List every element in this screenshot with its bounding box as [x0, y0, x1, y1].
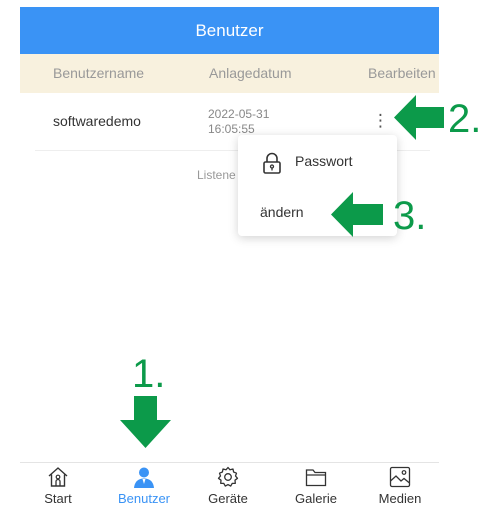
menu-item-change-label: ändern — [260, 204, 304, 220]
row-username: softwaredemo — [53, 113, 141, 129]
annotation-step-1: 1. — [132, 352, 166, 396]
tab-galerie[interactable]: Galerie — [281, 465, 351, 505]
column-edit: Bearbeiten — [368, 65, 436, 81]
app-screen: Benutzer Benutzername Anlagedatum Bearbe… — [20, 7, 439, 505]
tab-galerie-label: Galerie — [295, 491, 337, 505]
user-icon — [134, 467, 154, 488]
tab-start-label: Start — [44, 491, 72, 505]
bottom-tab-bar: Start Benutzer Geräte Galerie Medien — [20, 462, 439, 505]
tab-medien-label: Medien — [378, 491, 422, 505]
tab-start[interactable]: Start — [23, 465, 93, 505]
gear-icon — [217, 466, 239, 487]
tab-medien[interactable]: Medien — [365, 465, 435, 505]
page-title: Benutzer — [20, 7, 439, 54]
arrow-left-icon — [331, 192, 383, 237]
tab-benutzer[interactable]: Benutzer — [109, 465, 179, 505]
menu-item-password[interactable]: Passwort — [238, 143, 397, 181]
arrow-down-icon — [120, 396, 171, 448]
lock-icon — [263, 152, 281, 174]
row-date: 2022-05-31 — [208, 107, 270, 121]
table-header: Benutzername Anlagedatum Bearbeiten — [20, 54, 439, 93]
tab-geraete[interactable]: Geräte — [193, 465, 263, 505]
folder-icon — [305, 469, 327, 487]
arrow-left-icon — [394, 95, 444, 140]
annotation-step-3: 3. — [393, 194, 427, 238]
column-username: Benutzername — [53, 65, 145, 81]
tab-benutzer-label: Benutzer — [117, 491, 171, 505]
menu-item-password-label: Passwort — [295, 153, 353, 169]
row-created-date: 2022-05-31 16:05:55 — [208, 107, 269, 137]
tab-geraete-label: Geräte — [208, 491, 248, 505]
more-options-icon[interactable]: ⋮ — [372, 108, 389, 134]
list-hint-text: Listene — [197, 168, 236, 182]
annotation-step-2: 2. — [448, 97, 482, 141]
image-icon — [389, 466, 411, 488]
home-icon — [48, 467, 68, 487]
column-created-date: Anlagedatum — [209, 65, 292, 81]
